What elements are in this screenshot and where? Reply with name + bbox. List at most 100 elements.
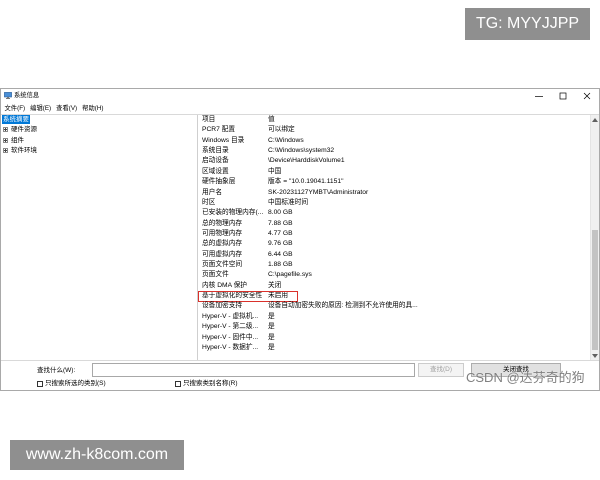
table-row[interactable]: Hyper-V - 第二级... 是 — [198, 322, 590, 332]
value-cell: 中国标准时间 — [268, 198, 309, 206]
item-cell: 用户名 — [202, 188, 223, 196]
title-bar[interactable]: 系统信息 — [1, 89, 599, 102]
table-row[interactable]: 可用虚拟内存 6.44 GB — [198, 250, 590, 260]
find-input[interactable] — [92, 363, 415, 377]
tree-item-label: 软件环境 — [11, 146, 37, 154]
tree-item-label: 组件 — [11, 136, 24, 144]
table-row[interactable]: 基于虚拟化的安全性 未启用 — [198, 290, 590, 302]
window-title: 系统信息 — [14, 92, 40, 99]
column-header-row: 项目值 — [198, 115, 590, 125]
vertical-scrollbar[interactable] — [590, 115, 599, 360]
value-cell: C:\Windows\system32 — [268, 147, 335, 155]
table-row[interactable]: 内核 DMA 保护 关闭 — [198, 281, 590, 291]
table-row[interactable]: 页面文件空间 1.88 GB — [198, 260, 590, 270]
value-cell: 设备自动加密失败的原因: 检测到不允许使用的具... — [268, 302, 418, 310]
item-cell: 可用虚拟内存 — [202, 250, 243, 258]
value-cell: 是 — [268, 333, 275, 341]
menu-help[interactable]: 帮助(H) — [82, 105, 104, 112]
item-cell: 设备加密支持 — [202, 302, 243, 310]
csdn-watermark: CSDN @达芬奇的狗 — [466, 370, 585, 385]
table-row[interactable]: 总的物理内存 7.88 GB — [198, 219, 590, 229]
checkbox-label: 只搜索所选的类别(S) — [45, 380, 106, 387]
item-cell: 页面文件空间 — [202, 261, 243, 269]
system-information-window: 系统信息 文件(F) 编辑(E) 查看(V) 帮助(H) 系统摘要 硬件资源 组… — [0, 88, 600, 391]
value-cell: 是 — [268, 323, 275, 331]
tree-item-hardware-resources[interactable]: 硬件资源 — [2, 125, 38, 134]
search-selected-category-checkbox[interactable]: 只搜索所选的类别(S) — [37, 380, 106, 387]
item-cell: 页面文件 — [202, 271, 229, 279]
table-row[interactable]: PCR7 配置 可以绑定 — [198, 125, 590, 135]
column-header-item[interactable]: 项目 — [202, 115, 266, 125]
value-cell: SK-20231127YMBT\Administrator — [268, 188, 369, 196]
column-header-value[interactable]: 值 — [268, 115, 584, 125]
tree-item-software-environment[interactable]: 软件环境 — [2, 146, 38, 155]
table-row[interactable]: 可用物理内存 4.77 GB — [198, 229, 590, 239]
menu-edit[interactable]: 编辑(E) — [30, 105, 52, 112]
expand-icon[interactable] — [3, 137, 8, 143]
table-row[interactable]: 页面文件 C:\pagefile.sys — [198, 270, 590, 280]
find-button[interactable]: 查找(D) — [418, 363, 464, 377]
item-cell: 时区 — [202, 198, 216, 206]
table-row[interactable]: Hyper-V - 固件中... 是 — [198, 333, 590, 343]
item-cell: 区域设置 — [202, 167, 229, 175]
scroll-down-icon — [592, 353, 598, 358]
scrollbar-thumb[interactable] — [592, 230, 598, 350]
expand-icon[interactable] — [3, 127, 8, 133]
table-row[interactable]: 设备加密支持 设备自动加密失败的原因: 检测到不允许使用的具... — [198, 301, 590, 311]
value-cell: 6.44 GB — [268, 250, 293, 258]
item-cell: Hyper-V - 虚拟机... — [202, 312, 259, 320]
value-cell: 是 — [268, 312, 275, 320]
table-row[interactable]: 区域设置 中国 — [198, 167, 590, 177]
table-row[interactable]: 启动设备 \Device\HarddiskVolume1 — [198, 156, 590, 166]
category-tree: 系统摘要 硬件资源 组件 软件环境 — [1, 115, 197, 360]
table-row[interactable]: Windows 目录 C:\Windows — [198, 136, 590, 146]
menu-view[interactable]: 查看(V) — [56, 105, 78, 112]
item-cell: 总的虚拟内存 — [202, 240, 243, 248]
minimize-icon — [535, 95, 543, 97]
value-cell: 4.77 GB — [268, 229, 293, 237]
minimize-button[interactable] — [527, 89, 551, 102]
checkbox-icon[interactable] — [175, 380, 181, 387]
scroll-down-button[interactable] — [591, 351, 599, 360]
item-cell: Hyper-V - 第二级... — [202, 323, 259, 331]
maximize-button[interactable] — [551, 89, 575, 102]
value-cell: 可以绑定 — [268, 126, 295, 134]
table-row[interactable]: 已安装的物理内存(... 8.00 GB — [198, 208, 590, 218]
tree-item-components[interactable]: 组件 — [2, 136, 25, 145]
item-cell: Hyper-V - 数据扩... — [202, 343, 259, 351]
table-row[interactable]: Hyper-V - 数据扩... 是 — [198, 343, 590, 353]
search-category-names-checkbox[interactable]: 只搜索类别名称(R) — [175, 380, 238, 387]
find-label: 查找什么(W): — [37, 367, 76, 374]
panes: 系统摘要 硬件资源 组件 软件环境 项目值 PCR7 配置 可以绑定 Windows … — [1, 114, 599, 361]
value-cell: 版本 = "10.0.19041.1151" — [268, 178, 344, 186]
system-information-icon — [4, 92, 12, 99]
site-watermark: www.zh-k8com.com — [10, 440, 184, 470]
tree-item-system-summary[interactable]: 系统摘要 — [2, 115, 30, 124]
checkbox-label: 只搜索类别名称(R) — [183, 380, 238, 387]
item-cell: 总的物理内存 — [202, 219, 243, 227]
menu-file[interactable]: 文件(F) — [4, 105, 26, 112]
table-row[interactable]: Hyper-V - 虚拟机... 是 — [198, 312, 590, 322]
maximize-icon — [559, 92, 567, 99]
value-cell: C:\Windows — [268, 136, 304, 144]
close-button[interactable] — [575, 89, 599, 102]
item-cell: 可用物理内存 — [202, 229, 243, 237]
value-cell: 中国 — [268, 167, 282, 175]
item-cell: 启动设备 — [202, 157, 229, 165]
close-icon — [583, 92, 591, 99]
table-row[interactable]: 总的虚拟内存 9.76 GB — [198, 239, 590, 249]
checkbox-icon[interactable] — [37, 380, 43, 387]
scroll-up-icon — [592, 117, 598, 122]
value-cell: 1.88 GB — [268, 261, 293, 269]
tree-item-label: 系统摘要 — [2, 115, 30, 124]
item-cell: 已安装的物理内存(... — [202, 209, 264, 217]
table-row[interactable]: 时区 中国标准时间 — [198, 198, 590, 208]
scroll-up-button[interactable] — [591, 115, 599, 124]
expand-icon[interactable] — [3, 147, 8, 153]
item-cell: 硬件抽象层 — [202, 178, 236, 186]
table-row[interactable]: 系统目录 C:\Windows\system32 — [198, 146, 590, 156]
table-row[interactable]: 用户名 SK-20231127YMBT\Administrator — [198, 188, 590, 198]
item-cell: 内核 DMA 保护 — [202, 281, 247, 289]
table-row[interactable]: 硬件抽象层 版本 = "10.0.19041.1151" — [198, 177, 590, 187]
details-list: 项目值 PCR7 配置 可以绑定 Windows 目录 C:\Windows 系统目录 C:… — [198, 115, 590, 360]
